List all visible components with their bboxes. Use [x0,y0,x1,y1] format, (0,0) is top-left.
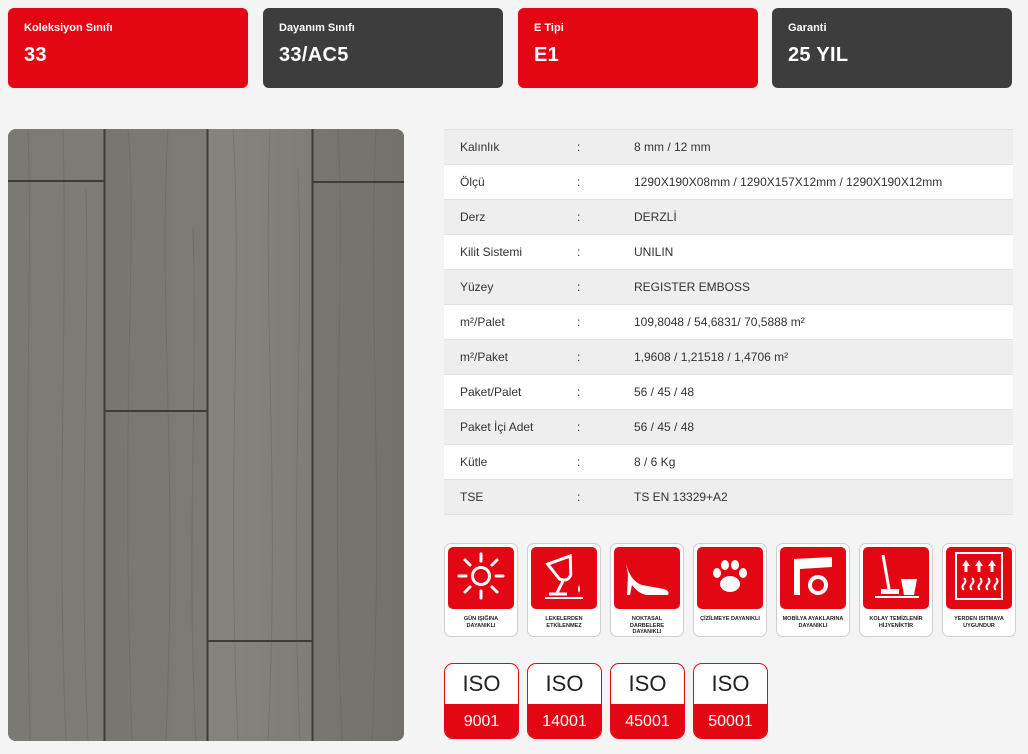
spec-value: DERZLİ [634,210,677,224]
spec-row-pieces-per-package: Paket İçi Adet : 56 / 45 / 48 [444,410,1013,445]
spec-value: 109,8048 / 54,6831/ 70,5888 m² [634,315,805,329]
e-type-card: E Tipi E1 [518,8,758,88]
badge-floor-heating: YERDEN ISITMAYA UYGUNDUR [942,543,1016,637]
spec-separator: : [577,350,581,364]
card-label: Koleksiyon Sınıfı [24,22,113,34]
spec-key: Paket İçi Adet [460,420,534,434]
spec-key: m²/Paket [460,350,509,364]
iso-label: ISO [545,671,584,696]
badge-label: YERDEN ISITMAYA UYGUNDUR [954,616,1004,629]
badge-sun-resistant: GÜN IŞIĞINA DAYANIKLI [444,543,518,637]
iso-label: ISO [628,671,667,696]
warranty-card: Garanti 25 YIL [772,8,1012,88]
iso-label: ISO [462,671,501,696]
card-value: 33/AC5 [279,44,349,66]
badge-stain-resistant: LEKELERDEN ETKİLENMEZ [527,543,601,637]
card-label: E Tipi [534,22,564,34]
mop-bucket-icon [871,551,921,606]
spec-row-package-per-pallet: Paket/Palet : 56 / 45 / 48 [444,375,1013,410]
spec-value: 56 / 45 / 48 [634,385,695,399]
spec-key: TSE [460,490,484,504]
spec-separator: : [577,490,581,504]
badge-label: GÜN IŞIĞINA DAYANIKLI [463,616,499,629]
specs-table: Kalınlık : 8 mm / 12 mm Ölçü : 1290X190X… [444,129,1013,515]
sun-icon [456,551,506,606]
spec-row-dimensions: Ölçü : 1290X190X08mm / 1290X157X12mm / 1… [444,165,1013,200]
card-value: 25 YIL [788,44,849,66]
badge-label: LEKELERDEN ETKİLENMEZ [545,616,583,629]
spec-separator: : [577,280,581,294]
spec-value: 8 mm / 12 mm [634,140,711,154]
spec-value: 1290X190X08mm / 1290X157X12mm / 1290X190… [634,175,943,189]
card-label: Garanti [788,22,827,34]
spec-row-mass: Kütle : 8 / 6 Kg [444,445,1013,480]
spec-row-surface: Yüzey : REGISTER EMBOSS [444,270,1013,305]
spec-key: Paket/Palet [460,385,522,399]
iso-number: 9001 [445,704,518,738]
badge-impact-resistant: NOKTASAL DARBELERE DAYANIKLI [610,543,684,637]
spec-row-thickness: Kalınlık : 8 mm / 12 mm [444,130,1013,165]
iso-45001-badge: ISO 45001 [610,663,685,739]
spec-value: REGISTER EMBOSS [634,280,751,294]
spec-key: Kütle [460,455,488,469]
badge-label: KOLAY TEMİZLENİR HİJYENİKTİR [869,616,923,629]
spec-key: Yüzey [460,280,494,294]
spec-key: Kalınlık [460,140,500,154]
spec-separator: : [577,420,581,434]
spec-key: Derz [460,210,486,224]
iso-number: 14001 [528,704,601,738]
spec-value: 56 / 45 / 48 [634,420,695,434]
badge-label: MOBİLYA AYAKLARINA DAYANIKLI [782,616,844,629]
spec-separator: : [577,210,581,224]
spec-key: Ölçü [460,175,485,189]
feature-badges: GÜN IŞIĞINA DAYANIKLI LEKELERDEN ETKİLEN… [444,543,1016,637]
iso-14001-badge: ISO 14001 [527,663,602,739]
badge-label: NOKTASAL DARBELERE DAYANIKLI [629,616,665,635]
spec-key: Kilit Sistemi [460,245,523,259]
iso-number: 45001 [611,704,684,738]
badge-easy-clean: KOLAY TEMİZLENİR HİJYENİKTİR [859,543,933,637]
spec-separator: : [577,175,581,189]
card-label: Dayanım Sınıfı [279,22,355,34]
iso-50001-badge: ISO 50001 [693,663,768,739]
spec-row-m2-per-pallet: m²/Palet : 109,8048 / 54,6831/ 70,5888 m… [444,305,1013,340]
spec-separator: : [577,315,581,329]
spec-row-lock-system: Kilit Sistemi : UNILIN [444,235,1013,270]
high-heel-icon [620,551,674,606]
card-value: E1 [534,44,560,66]
spec-value: 8 / 6 Kg [634,455,676,469]
spec-row-joint: Derz : DERZLİ [444,200,1013,235]
iso-number: 50001 [694,704,767,738]
durability-class-card: Dayanım Sınıfı 33/AC5 [263,8,503,88]
furniture-leg-icon [788,551,838,606]
spec-value: TS EN 13329+A2 [634,490,728,504]
card-value: 33 [24,44,47,66]
iso-certificates: ISO 9001 ISO 14001 ISO 45001 ISO 50001 [444,663,768,739]
spilled-glass-icon [539,551,589,606]
spec-value: 1,9608 / 1,21518 / 1,4706 m² [634,350,789,364]
product-floor-image [8,129,404,741]
spec-value: UNILIN [634,245,674,259]
badge-scratch-resistant: ÇİZİLMEYE DAYANIKLI [693,543,767,637]
iso-label: ISO [711,671,750,696]
floor-heating-icon [952,550,1006,607]
collection-class-card: Koleksiyon Sınıfı 33 [8,8,248,88]
spec-separator: : [577,385,581,399]
spec-row-tse: TSE : TS EN 13329+A2 [444,480,1013,515]
spec-key: m²/Palet [460,315,505,329]
paw-icon [705,551,755,606]
badge-label: ÇİZİLMEYE DAYANIKLI [700,616,760,622]
spec-separator: : [577,140,581,154]
badge-furniture-resistant: MOBİLYA AYAKLARINA DAYANIKLI [776,543,850,637]
spec-row-m2-per-package: m²/Paket : 1,9608 / 1,21518 / 1,4706 m² [444,340,1013,375]
spec-separator: : [577,245,581,259]
spec-separator: : [577,455,581,469]
iso-9001-badge: ISO 9001 [444,663,519,739]
